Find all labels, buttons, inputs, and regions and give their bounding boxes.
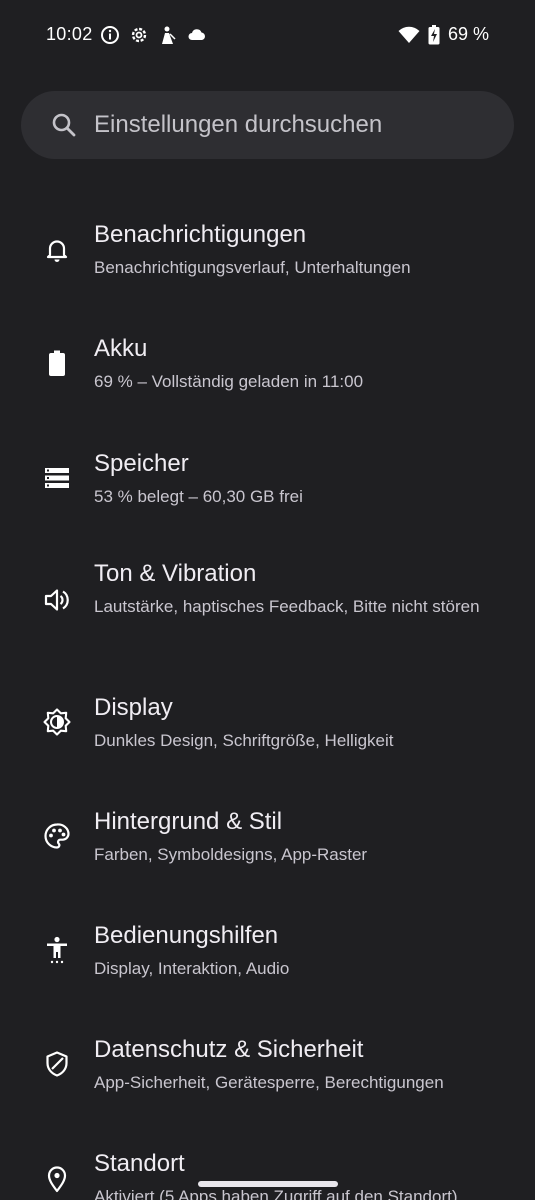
- bell-icon: [43, 236, 71, 264]
- setting-summary: Dunkles Design, Schriftgröße, Helligkeit: [94, 731, 394, 750]
- setting-privacy-security[interactable]: Datenschutz & Sicherheit App-Sicherheit,…: [0, 1005, 535, 1115]
- setting-summary: Aktiviert (5 Apps haben Zugriff auf den …: [94, 1187, 458, 1200]
- status-bar: 10:02 69 %: [0, 0, 535, 70]
- setting-display[interactable]: Display Dunkles Design, Schriftgröße, He…: [0, 663, 535, 773]
- shield-icon: [43, 1050, 71, 1078]
- setting-summary: Farben, Symboldesigns, App-Raster: [94, 845, 368, 864]
- setting-summary: Display, Interaktion, Audio: [94, 959, 290, 978]
- setting-summary: 53 % belegt – 60,30 GB frei: [94, 487, 303, 506]
- setting-summary: 69 % – Vollständig geladen in 11:00: [94, 372, 364, 391]
- setting-storage[interactable]: Speicher 53 % belegt – 60,30 GB frei: [0, 419, 535, 529]
- gear-icon: [129, 25, 149, 45]
- storage-icon: [43, 464, 71, 492]
- status-notification-icons: [100, 25, 207, 45]
- battery-percentage: 69 %: [447, 24, 489, 44]
- setting-summary: Benachrichtigungsverlauf, Unterhaltungen: [94, 258, 411, 277]
- setting-summary: App-Sicherheit, Gerätesperre, Berechtigu…: [94, 1073, 444, 1092]
- palette-icon: [43, 822, 71, 850]
- setting-title: Standort: [94, 1150, 185, 1177]
- setting-title: Datenschutz & Sicherheit: [94, 1036, 364, 1063]
- setting-location[interactable]: Standort Aktiviert (5 Apps haben Zugriff…: [0, 1119, 535, 1200]
- person-silhouette-icon: [158, 25, 178, 45]
- battery-icon: [43, 349, 71, 377]
- setting-title: Benachrichtigungen: [94, 221, 307, 248]
- setting-battery[interactable]: Akku 69 % – Vollständig geladen in 11:00: [0, 304, 535, 414]
- setting-title: Akku: [94, 335, 148, 362]
- setting-title: Hintergrund & Stil: [94, 808, 283, 835]
- battery-charging-icon: [428, 24, 440, 45]
- setting-notifications[interactable]: Benachrichtigungen Benachrichtigungsverl…: [0, 190, 535, 300]
- setting-title: Speicher: [94, 450, 189, 477]
- status-time: 10:02: [46, 24, 93, 44]
- setting-title: Bedienungshilfen: [94, 922, 279, 949]
- search-icon: [52, 113, 76, 137]
- search-bar[interactable]: Einstellungen durchsuchen: [21, 91, 514, 159]
- setting-title: Ton & Vibration: [94, 560, 257, 587]
- speaker-icon: [43, 586, 71, 614]
- setting-wallpaper-style[interactable]: Hintergrund & Stil Farben, Symboldesigns…: [0, 777, 535, 887]
- info-icon: [100, 25, 120, 45]
- setting-title: Display: [94, 694, 173, 721]
- brightness-icon: [43, 708, 71, 736]
- gesture-navigation-handle[interactable]: [198, 1181, 338, 1187]
- accessibility-icon: [43, 936, 71, 964]
- setting-accessibility[interactable]: Bedienungshilfen Display, Interaktion, A…: [0, 891, 535, 1001]
- location-pin-icon: [43, 1165, 71, 1193]
- wifi-icon: [398, 26, 420, 44]
- search-input[interactable]: Einstellungen durchsuchen: [94, 111, 474, 139]
- cloud-icon: [187, 25, 207, 45]
- setting-summary: Lautstärke, haptisches Feedback, Bitte n…: [94, 597, 480, 616]
- status-system-icons: 69 %: [398, 24, 489, 45]
- setting-sound-vibration[interactable]: Ton & Vibration Lautstärke, haptisches F…: [0, 529, 535, 659]
